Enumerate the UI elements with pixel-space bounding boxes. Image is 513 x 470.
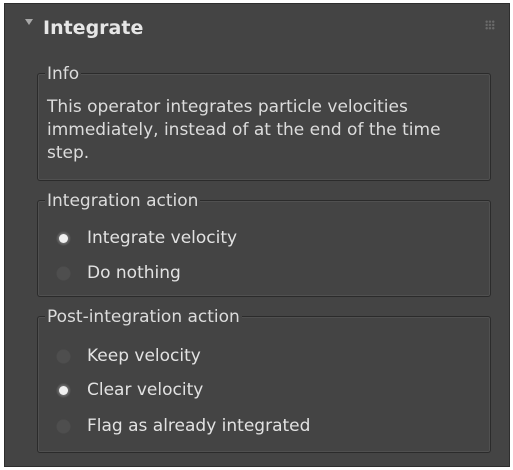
integration-action-group: Integration action Integrate velocity Do…	[37, 191, 491, 297]
grip-handle-icon[interactable]	[485, 20, 495, 30]
radio-do-nothing[interactable]: Do nothing	[56, 260, 181, 286]
radio-label[interactable]: Clear velocity	[87, 380, 203, 400]
integrate-panel: Integrate Info This operator integrates …	[4, 3, 510, 467]
info-text: This operator integrates particle veloci…	[47, 97, 441, 163]
post-integration-action-group: Post-integration action Keep velocity Cl…	[37, 307, 491, 453]
info-group-label: Info	[45, 64, 82, 84]
radio-keep-velocity[interactable]: Keep velocity	[56, 343, 201, 369]
radio-label[interactable]: Keep velocity	[87, 346, 201, 366]
radio-integrate-velocity[interactable]: Integrate velocity	[56, 225, 237, 251]
integration-action-label: Integration action	[45, 191, 201, 211]
radio-button-icon[interactable]	[56, 265, 71, 281]
radio-flag-integrated[interactable]: Flag as already integrated	[56, 413, 310, 439]
collapse-arrow-icon[interactable]	[25, 19, 33, 25]
panel-title: Integrate	[43, 17, 144, 39]
radio-label[interactable]: Do nothing	[87, 263, 181, 283]
radio-button-icon[interactable]	[56, 348, 71, 364]
panel-header[interactable]: Integrate	[5, 4, 509, 50]
radio-label[interactable]: Flag as already integrated	[87, 416, 310, 436]
info-group: Info This operator integrates particle v…	[37, 64, 491, 181]
radio-button-icon[interactable]	[56, 230, 71, 246]
radio-button-icon[interactable]	[56, 418, 71, 434]
radio-button-icon[interactable]	[56, 382, 71, 398]
post-integration-action-label: Post-integration action	[45, 307, 242, 327]
radio-label[interactable]: Integrate velocity	[87, 228, 237, 248]
radio-clear-velocity[interactable]: Clear velocity	[56, 377, 203, 403]
